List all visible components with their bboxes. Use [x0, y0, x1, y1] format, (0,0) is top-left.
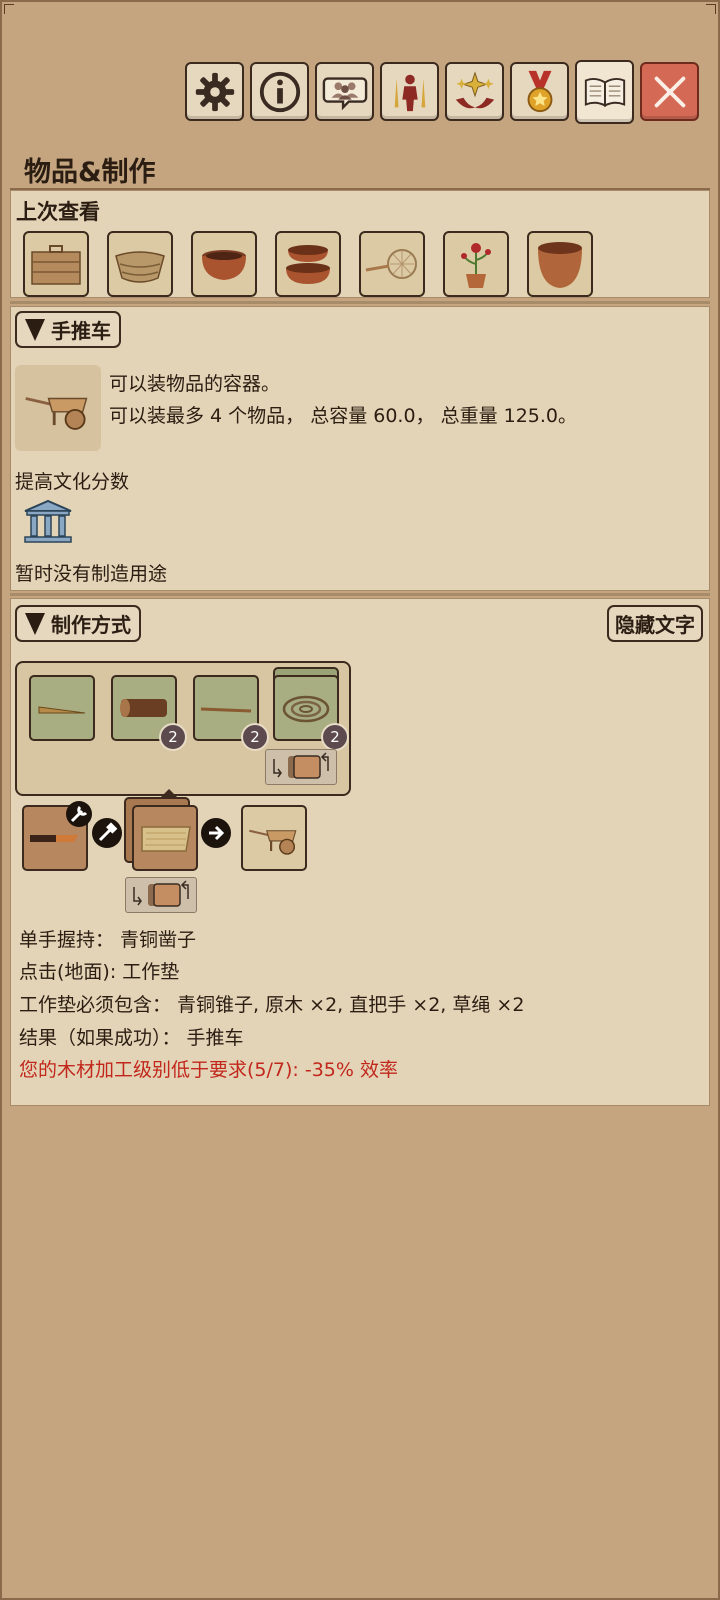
- clay-bowl-icon: [538, 242, 582, 288]
- hide-text-button[interactable]: 隐藏文字: [607, 605, 703, 642]
- recipe-panel: 制作方式 隐藏文字 2 2 2 单手握持： 青铜凿子 点击(地面): 工作垫 工…: [10, 598, 710, 1106]
- recipe-hold-line: 单手握持： 青铜凿子: [19, 929, 197, 951]
- item-description-2: 可以装最多 4 个物品， 总容量 60.0， 总重量 125.0。: [109, 405, 578, 427]
- count-badge: 2: [159, 723, 187, 751]
- cycle-icon: [273, 752, 329, 779]
- gear-icon: [195, 72, 234, 111]
- recent-item-wooden-box[interactable]: [23, 231, 89, 297]
- recipe-header-toggle[interactable]: 制作方式: [15, 605, 141, 642]
- count-badge: 2: [321, 723, 349, 751]
- count-badge: 2: [241, 723, 269, 751]
- recent-items: [23, 231, 593, 297]
- no-use-label: 暂时没有制造用途: [15, 563, 168, 585]
- frame-corner: [4, 4, 14, 14]
- work-mat-slot[interactable]: [132, 805, 198, 871]
- recipe-click-line: 点击(地面): 工作垫: [19, 961, 180, 983]
- ingredient-slot[interactable]: 2: [273, 675, 349, 751]
- basket-icon: [115, 251, 165, 283]
- medal-icon: [527, 70, 552, 112]
- recent-item-potted-rose[interactable]: [443, 231, 509, 297]
- character-icon: [394, 74, 425, 111]
- sparkle-hands-icon: [455, 70, 494, 108]
- book-icon: [584, 78, 625, 107]
- recipe-requirements-line: 工作垫必须包含： 青铜锥子, 原木 ×2, 直把手 ×2, 草绳 ×2: [19, 994, 525, 1016]
- ingredients-box: 2 2 2: [15, 661, 351, 796]
- held-tool-slot[interactable]: [22, 801, 92, 871]
- work-mat-icon: [141, 826, 191, 852]
- clay-pot-icon: [202, 250, 246, 280]
- recent-panel: 上次查看: [10, 190, 710, 298]
- recent-item-clay-bowl[interactable]: [527, 231, 593, 297]
- cycle-icon: [133, 880, 189, 907]
- wheelbarrow-icon: [25, 397, 88, 430]
- recipe-header: 制作方式: [51, 613, 131, 637]
- stacked-pots-icon: [286, 245, 330, 284]
- item-description-1: 可以装物品的容器。: [109, 373, 281, 395]
- frame-corner: [706, 4, 716, 14]
- page-title: 物品&制作: [24, 157, 156, 188]
- toolbar: [185, 60, 699, 124]
- divider: [10, 593, 710, 596]
- potted-rose-icon: [461, 243, 491, 288]
- temple-icon: [24, 499, 72, 543]
- crafting-window: 物品&制作 上次查看 手推车 可以装物品的容器。 可以装最多 4 个物品， 总容…: [0, 0, 720, 1600]
- hammer-icon: [92, 818, 122, 848]
- recent-item-clay-pot[interactable]: [191, 231, 257, 297]
- recipe-result-line: 结果（如果成功）： 手推车: [19, 1027, 244, 1049]
- close-icon: [654, 76, 685, 107]
- info-icon: [259, 71, 300, 112]
- cycle-alternatives-button[interactable]: [125, 877, 197, 913]
- bronze-awl-icon: [38, 706, 86, 714]
- chat-people-icon: [322, 76, 367, 110]
- recent-item-stacked-pots[interactable]: [275, 231, 341, 297]
- item-header-toggle[interactable]: 手推车: [15, 311, 121, 348]
- achievements-button[interactable]: [510, 62, 569, 121]
- recent-item-basket[interactable]: [107, 231, 173, 297]
- recent-title: 上次查看: [16, 200, 100, 224]
- settings-button[interactable]: [185, 62, 244, 121]
- close-button[interactable]: [640, 62, 699, 121]
- fishing-net-icon: [365, 249, 417, 279]
- ingredient-slot[interactable]: 2: [111, 675, 187, 751]
- wooden-box-icon: [31, 245, 81, 285]
- item-image: [15, 365, 101, 451]
- cycle-alternatives-button[interactable]: [265, 749, 337, 785]
- wheelbarrow-icon: [249, 829, 297, 855]
- item-name: 手推车: [51, 319, 111, 343]
- hand-icon: [66, 801, 92, 827]
- divider: [10, 301, 710, 304]
- wrench-hand-icon: [70, 805, 88, 823]
- pointer-caret: [159, 789, 179, 799]
- ingredient-slot[interactable]: 2: [193, 675, 269, 751]
- collapse-triangle-icon: [25, 612, 45, 635]
- skill-warning: 您的木材加工级别低于要求(5/7): -35% 效率: [19, 1059, 398, 1081]
- item-panel: 手推车 可以装物品的容器。 可以装最多 4 个物品， 总容量 60.0， 总重量…: [10, 306, 710, 591]
- chat-button[interactable]: [315, 62, 374, 121]
- culture-label: 提高文化分数: [15, 471, 130, 493]
- info-button[interactable]: [250, 62, 309, 121]
- arrow-right-icon: [201, 818, 231, 848]
- blessing-button[interactable]: [445, 62, 504, 121]
- result-slot[interactable]: [241, 805, 307, 871]
- collapse-triangle-icon: [25, 318, 45, 341]
- ingredient-slot[interactable]: [29, 675, 95, 741]
- crafting-book-button[interactable]: [575, 60, 634, 124]
- character-button[interactable]: [380, 62, 439, 121]
- recent-item-fishing-net[interactable]: [359, 231, 425, 297]
